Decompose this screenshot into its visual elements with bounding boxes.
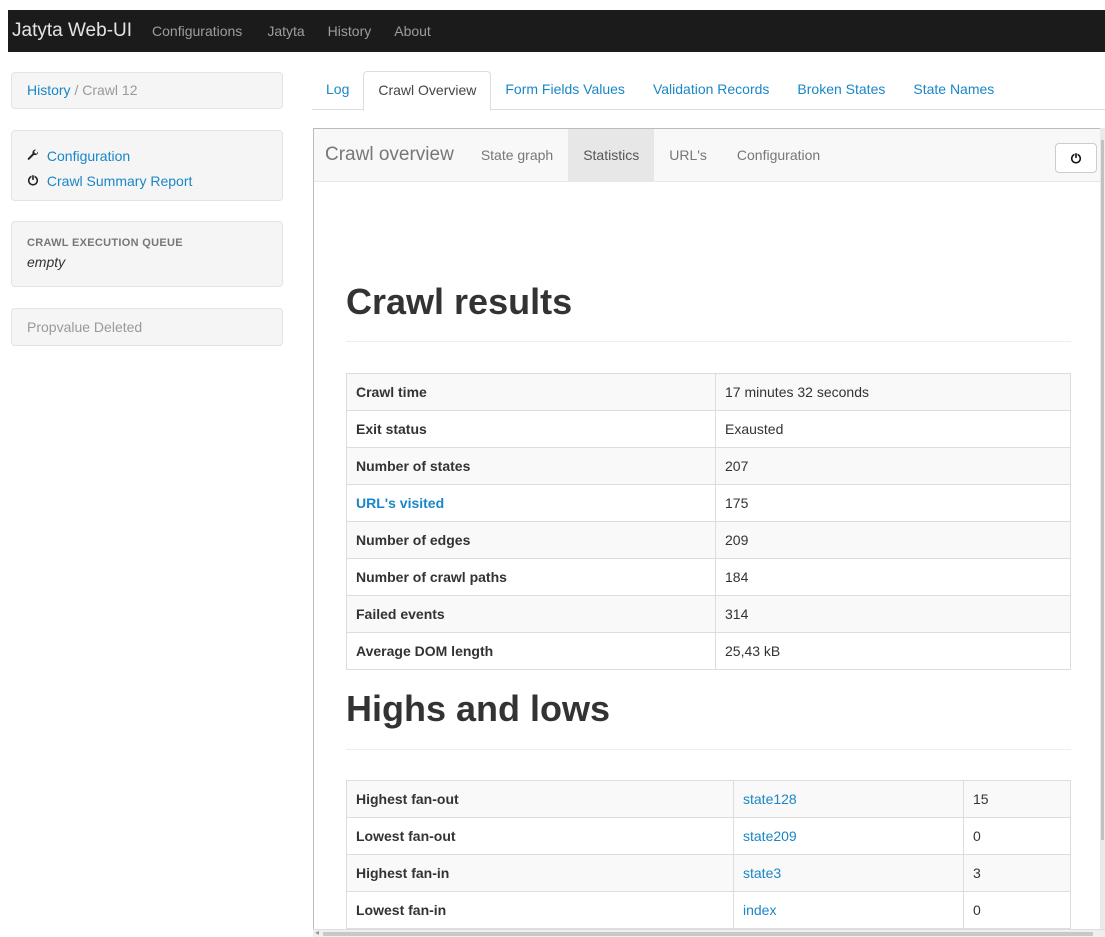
table-row: Number of states 207 bbox=[346, 447, 1071, 485]
state-link[interactable]: state3 bbox=[743, 865, 781, 881]
row-label: Number of edges bbox=[346, 521, 716, 559]
row-value: 0 bbox=[963, 891, 1071, 929]
crawl-execution-queue: CRAWL EXECUTION QUEUE empty bbox=[11, 221, 283, 287]
table-row: Crawl time 17 minutes 32 seconds bbox=[346, 373, 1071, 411]
row-value: 17 minutes 32 seconds bbox=[715, 373, 1071, 411]
row-label: Crawl time bbox=[346, 373, 716, 411]
row-value: 209 bbox=[715, 521, 1071, 559]
row-label: Highest fan-out bbox=[346, 780, 734, 818]
table-row: Failed events 314 bbox=[346, 595, 1071, 633]
sidebar-links: Configuration Crawl Summary Report bbox=[11, 130, 283, 201]
power-icon bbox=[27, 170, 43, 194]
crawl-results-heading: Crawl results bbox=[346, 281, 573, 322]
power-icon bbox=[1070, 153, 1082, 164]
highs-lows-table: Highest fan-out state128 15 Lowest fan-out s… bbox=[346, 780, 1071, 929]
table-row: Highest fan-in state3 3 bbox=[346, 854, 1071, 892]
row-label: Lowest fan-out bbox=[346, 817, 734, 855]
queue-header: CRAWL EXECUTION QUEUE bbox=[27, 237, 183, 249]
divider bbox=[346, 341, 1071, 342]
highs-lows-heading: Highs and lows bbox=[346, 688, 611, 729]
crawl-results-table: Crawl time 17 minutes 32 seconds Exit stat… bbox=[346, 373, 1071, 670]
state-link[interactable]: state209 bbox=[743, 828, 797, 844]
tab-form-fields-values[interactable]: Form Fields Values bbox=[491, 71, 639, 110]
row-value: Exausted bbox=[715, 410, 1071, 448]
row-label: Failed events bbox=[346, 595, 716, 633]
configuration-link[interactable]: Configuration bbox=[47, 148, 130, 164]
nav-jatyta[interactable]: Jatyta bbox=[267, 23, 304, 39]
wrench-icon bbox=[27, 145, 43, 169]
breadcrumb: History / Crawl 12 bbox=[11, 72, 283, 109]
row-label: Lowest fan-in bbox=[346, 891, 734, 929]
breadcrumb-current: Crawl 12 bbox=[82, 82, 138, 98]
nav-state-graph[interactable]: State graph bbox=[466, 129, 568, 182]
panel-title[interactable]: Crawl overview bbox=[325, 144, 454, 166]
nav-history[interactable]: History bbox=[328, 23, 372, 39]
breadcrumb-history-link[interactable]: History bbox=[27, 82, 71, 98]
tab-log[interactable]: Log bbox=[312, 71, 363, 110]
crawl-summary-report-link[interactable]: Crawl Summary Report bbox=[47, 173, 192, 189]
breadcrumb-separator: / bbox=[74, 82, 79, 98]
main-tabs: Log Crawl Overview Form Fields Values Va… bbox=[312, 71, 1105, 111]
state-link[interactable]: index bbox=[743, 902, 776, 918]
row-label: Average DOM length bbox=[346, 632, 716, 670]
queue-value: empty bbox=[27, 254, 66, 270]
top-navbar: Jatyta Web-UI Configurations Jatyta Hist… bbox=[8, 10, 1105, 52]
tab-crawl-overview[interactable]: Crawl Overview bbox=[363, 71, 492, 111]
vertical-scrollbar-thumb[interactable] bbox=[1101, 140, 1104, 840]
table-row: Highest fan-out state128 15 bbox=[346, 780, 1071, 818]
nav-configurations[interactable]: Configurations bbox=[152, 23, 242, 39]
table-row: Exit status Exausted bbox=[346, 410, 1071, 448]
nav-urls[interactable]: URL's bbox=[654, 129, 722, 182]
nav-configuration[interactable]: Configuration bbox=[722, 129, 835, 182]
table-row: Average DOM length 25,43 kB bbox=[346, 632, 1071, 670]
panel-navbar: Crawl overview State graph Statistics UR… bbox=[314, 129, 1105, 182]
table-row: Number of crawl paths 184 bbox=[346, 558, 1071, 596]
horizontal-scrollbar[interactable]: ◂ bbox=[313, 928, 1105, 937]
tab-broken-states[interactable]: Broken States bbox=[783, 71, 899, 110]
table-row: Number of edges 209 bbox=[346, 521, 1071, 559]
row-label: Exit status bbox=[346, 410, 716, 448]
row-label: Number of crawl paths bbox=[346, 558, 716, 596]
state-link[interactable]: state128 bbox=[743, 791, 797, 807]
table-row: Lowest fan-out state209 0 bbox=[346, 817, 1071, 855]
row-label: Number of states bbox=[346, 447, 716, 485]
tab-state-names[interactable]: State Names bbox=[899, 71, 1008, 110]
row-value: 3 bbox=[963, 854, 1071, 892]
row-value: 184 bbox=[715, 558, 1071, 596]
horizontal-scrollbar-thumb[interactable] bbox=[323, 932, 1093, 936]
table-row: URL's visited 175 bbox=[346, 484, 1071, 522]
tab-validation-records[interactable]: Validation Records bbox=[639, 71, 783, 110]
row-value: 15 bbox=[963, 780, 1071, 818]
row-value: 175 bbox=[715, 484, 1071, 522]
row-value: 0 bbox=[963, 817, 1071, 855]
table-row: Lowest fan-in index 0 bbox=[346, 891, 1071, 929]
nav-about[interactable]: About bbox=[394, 23, 431, 39]
urls-visited-link[interactable]: URL's visited bbox=[356, 495, 444, 511]
nav-statistics[interactable]: Statistics bbox=[568, 129, 655, 182]
power-button[interactable] bbox=[1055, 143, 1097, 173]
row-value: 314 bbox=[715, 595, 1071, 633]
row-value: 207 bbox=[715, 447, 1071, 485]
divider bbox=[346, 749, 1071, 750]
scroll-left-arrow-icon[interactable]: ◂ bbox=[315, 928, 319, 937]
row-label: Highest fan-in bbox=[346, 854, 734, 892]
brand-logo[interactable]: Jatyta Web-UI bbox=[12, 20, 132, 42]
row-value: 25,43 kB bbox=[715, 632, 1071, 670]
crawl-overview-panel: Crawl overview State graph Statistics UR… bbox=[313, 128, 1105, 937]
status-message: Propvalue Deleted bbox=[11, 308, 283, 346]
